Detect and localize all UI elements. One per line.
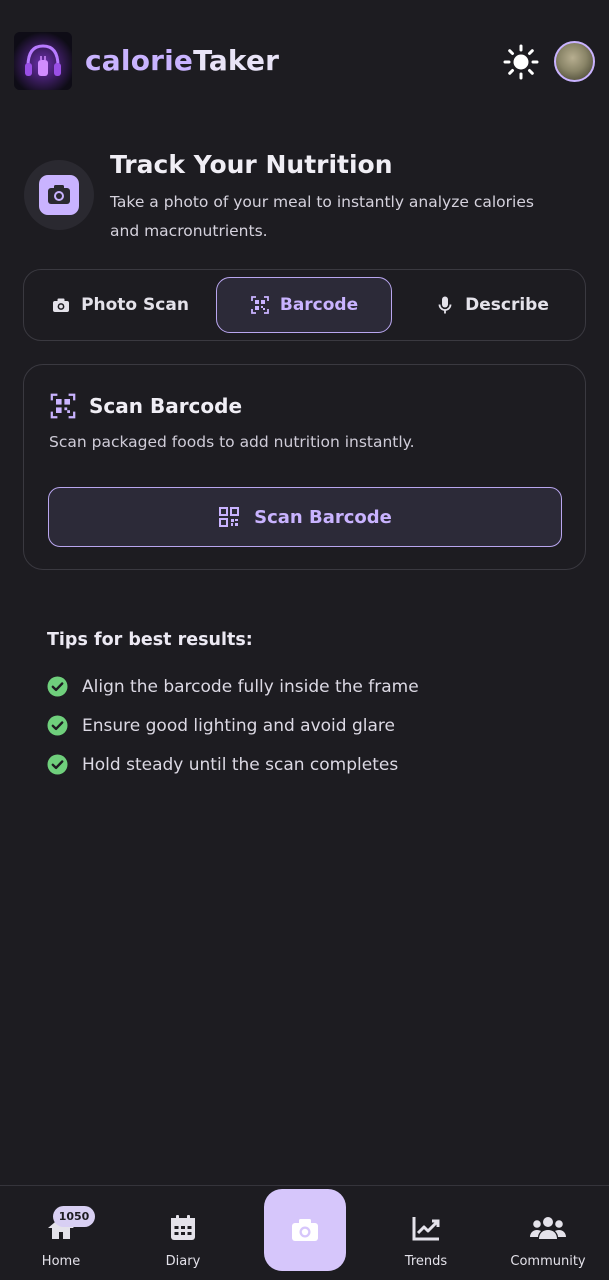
nav-community[interactable]: Community bbox=[493, 1186, 603, 1280]
tips-title: Tips for best results: bbox=[47, 630, 253, 650]
tip-item: Align the barcode fully inside the frame bbox=[47, 676, 419, 697]
qr-code-icon bbox=[219, 507, 240, 527]
check-circle-icon bbox=[47, 676, 68, 697]
hero-title: Track Your Nutrition bbox=[110, 150, 393, 179]
barcode-scan-icon bbox=[50, 393, 76, 419]
scan-barcode-button[interactable]: Scan Barcode bbox=[48, 487, 562, 547]
barcode-scan-icon bbox=[250, 296, 269, 314]
tip-item: Ensure good lighting and avoid glare bbox=[47, 715, 395, 736]
user-avatar[interactable] bbox=[554, 41, 595, 82]
microphone-icon bbox=[438, 296, 452, 314]
tab-photo-scan[interactable]: Photo Scan bbox=[32, 277, 208, 333]
check-circle-icon bbox=[47, 715, 68, 736]
theme-toggle-button[interactable] bbox=[502, 43, 540, 81]
tip-item: Hold steady until the scan completes bbox=[47, 754, 398, 775]
headphones-logo-icon bbox=[14, 32, 72, 90]
chart-trend-icon bbox=[412, 1217, 440, 1241]
camera-icon bbox=[39, 175, 79, 215]
tab-photo-scan-label: Photo Scan bbox=[81, 295, 189, 315]
hero-camera-badge bbox=[24, 160, 94, 230]
sun-icon bbox=[503, 44, 539, 80]
nav-community-label: Community bbox=[510, 1254, 586, 1269]
hero-subtitle: Take a photo of your meal to instantly a… bbox=[110, 193, 534, 240]
app-title: calorieTaker bbox=[85, 44, 279, 77]
nav-trends-label: Trends bbox=[404, 1254, 448, 1269]
app-header: calorieTaker bbox=[0, 0, 609, 120]
app-logo[interactable] bbox=[14, 32, 72, 90]
tab-barcode-label: Barcode bbox=[279, 295, 359, 315]
calendar-icon bbox=[171, 1215, 195, 1240]
scan-barcode-card: Scan Barcode Scan packaged foods to add … bbox=[23, 364, 586, 570]
bottom-navigation: Home 1050 Diary Trends Community bbox=[0, 1185, 609, 1280]
nav-home-label: Home bbox=[41, 1254, 81, 1269]
tip-text: Hold steady until the scan completes bbox=[82, 754, 399, 775]
tip-text: Ensure good lighting and avoid glare bbox=[82, 715, 395, 736]
nav-trends[interactable]: Trends bbox=[371, 1186, 481, 1280]
app-title-part2: Taker bbox=[193, 44, 280, 77]
card-header: Scan Barcode bbox=[49, 392, 242, 420]
nav-home[interactable]: Home 1050 bbox=[6, 1186, 116, 1280]
camera-icon bbox=[53, 298, 70, 312]
nav-diary-label: Diary bbox=[165, 1254, 201, 1269]
nav-diary[interactable]: Diary bbox=[128, 1186, 238, 1280]
calorie-badge: 1050 bbox=[53, 1206, 95, 1227]
card-subtitle: Scan packaged foods to add nutrition ins… bbox=[49, 433, 415, 451]
tip-text: Align the barcode fully inside the frame bbox=[82, 676, 419, 697]
camera-capture-button[interactable] bbox=[264, 1189, 346, 1271]
users-icon bbox=[530, 1217, 566, 1239]
input-mode-tabs: Photo Scan Barcode Describe bbox=[23, 269, 586, 341]
app-title-part1: calorie bbox=[85, 44, 194, 77]
tab-describe[interactable]: Describe bbox=[404, 277, 580, 333]
check-circle-icon bbox=[47, 754, 68, 775]
tab-describe-label: Describe bbox=[465, 295, 549, 315]
tab-barcode[interactable]: Barcode bbox=[216, 277, 392, 333]
card-title: Scan Barcode bbox=[89, 394, 243, 418]
scan-barcode-button-label: Scan Barcode bbox=[254, 506, 392, 528]
camera-icon bbox=[292, 1219, 318, 1241]
